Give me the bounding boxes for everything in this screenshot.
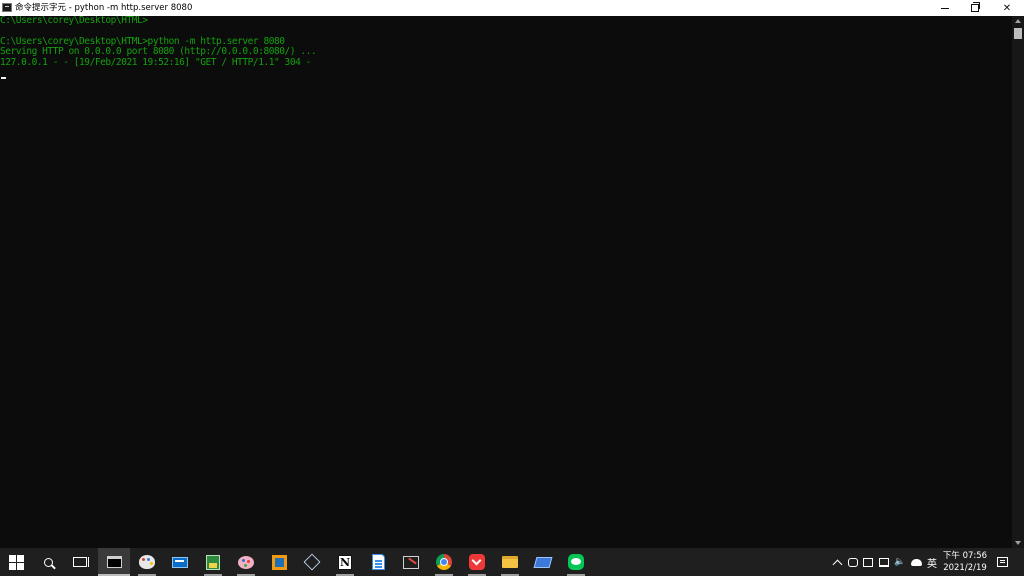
taskbar-chrome[interactable] [428, 548, 460, 576]
document-icon [371, 554, 385, 570]
search-icon [43, 557, 53, 567]
scroll-thumb[interactable] [1014, 28, 1022, 39]
restore-button[interactable] [958, 0, 992, 16]
taskbar-snipping-tool[interactable] [395, 548, 427, 576]
taskbar-green-document[interactable] [197, 548, 229, 576]
remote-desktop-icon [533, 556, 553, 568]
meet-now-icon [848, 557, 858, 567]
task-view-icon [73, 557, 89, 567]
windows-start-icon [8, 554, 24, 570]
taskbar-paint[interactable] [131, 548, 163, 576]
start-button[interactable] [0, 548, 32, 576]
notion-icon: N [338, 554, 352, 570]
taskbar-palette-app[interactable] [230, 548, 262, 576]
chrome-icon [436, 554, 452, 570]
cloud-icon [910, 558, 922, 566]
chevron-up-icon [832, 559, 842, 569]
show-hidden-icons-button[interactable] [830, 548, 844, 576]
taskbar-cube-app[interactable] [296, 548, 328, 576]
taskbar-document[interactable] [362, 548, 394, 576]
taskbar-vivaldi[interactable] [461, 548, 493, 576]
taskbar-notion[interactable]: N [329, 548, 361, 576]
taskbar-mail[interactable] [164, 548, 196, 576]
tray-network[interactable] [877, 548, 891, 576]
console-line: C:\Users\corey\Desktop\HTML> [0, 16, 148, 26]
notification-icon [996, 557, 1008, 567]
close-icon: ✕ [1002, 2, 1012, 14]
taskbar-remote-desktop[interactable] [527, 548, 559, 576]
console-line: 127.0.0.1 - - [19/Feb/2021 19:52:16] "GE… [0, 57, 311, 68]
scroll-up-icon[interactable] [1015, 19, 1021, 23]
palette-icon [238, 555, 254, 569]
input-language-button[interactable]: 英 [925, 548, 939, 576]
tray-volume[interactable]: 🔈 [893, 548, 907, 576]
console-output[interactable]: C:\Users\corey\Desktop\HTML> C:\Users\co… [0, 16, 1012, 548]
window-title-bar[interactable]: 命令提示字元 - python -m http.server 8080 ✕ [0, 0, 1024, 16]
minimize-button[interactable] [928, 0, 962, 16]
volume-icon: 🔈 [894, 557, 906, 567]
tray-cloud[interactable] [909, 548, 923, 576]
close-button[interactable]: ✕ [990, 0, 1024, 16]
line-icon [568, 554, 584, 570]
file-explorer-icon [502, 556, 518, 568]
network-icon [879, 557, 889, 567]
taskbar-file-explorer[interactable] [494, 548, 526, 576]
tray-meet-now[interactable] [846, 548, 860, 576]
clock-date: 2021/2/19 [943, 563, 987, 573]
mail-icon [172, 556, 188, 568]
clock-time: 下午 07:56 [942, 551, 988, 561]
scroll-down-icon[interactable] [1015, 541, 1021, 545]
vivaldi-icon [469, 554, 485, 570]
taskbar-clock[interactable]: 下午 07:56 2021/2/19 [940, 550, 990, 574]
snipping-tool-icon [403, 555, 419, 569]
restore-icon [971, 2, 980, 12]
taskbar-line[interactable] [560, 548, 592, 576]
console-line: Serving HTTP on 0.0.0.0 port 8080 (http:… [0, 46, 317, 57]
command-prompt-icon [106, 556, 122, 568]
paint-icon [139, 555, 155, 569]
action-center-button[interactable] [994, 548, 1010, 576]
green-document-icon [206, 554, 220, 570]
minimize-icon [941, 7, 949, 9]
vertical-scrollbar[interactable] [1012, 16, 1024, 548]
taskbar-orange-square-app[interactable] [263, 548, 295, 576]
task-view-button[interactable] [64, 548, 96, 576]
tray-pen[interactable] [861, 548, 875, 576]
taskbar: N 🔈 英 下午 07:56 2021/2/19 [0, 548, 1024, 576]
search-button[interactable] [32, 548, 64, 576]
cube-app-icon [303, 553, 321, 571]
window-title: 命令提示字元 - python -m http.server 8080 [15, 3, 193, 13]
cmd-icon [2, 3, 12, 12]
pen-workspace-icon [863, 557, 873, 567]
text-cursor [1, 77, 6, 79]
taskbar-command-prompt[interactable] [98, 548, 130, 576]
language-indicator: 英 [927, 558, 937, 570]
orange-square-app-icon [271, 554, 287, 570]
